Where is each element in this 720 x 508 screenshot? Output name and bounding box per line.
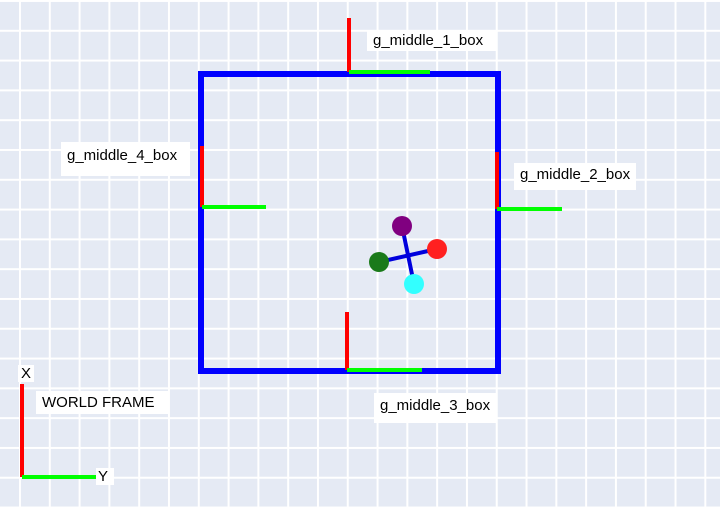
frame-label-g-middle-4: g_middle_4_box [61,142,191,176]
frame-label-g-middle-3: g_middle_3_box [374,393,497,423]
marker-green-sphere [369,252,389,272]
frame-g-middle-3-axes [345,312,422,372]
marker-cyan-sphere [404,274,424,294]
scene-canvas [20,18,562,479]
frame-label-g-middle-1: g_middle_1_box [367,31,498,51]
world-y-axis-label: Y [96,468,115,485]
marker-red-sphere [427,239,447,259]
viewport-3d[interactable]: g_middle_1_box g_middle_2_box g_middle_3… [0,0,720,508]
world-x-axis-label: X [18,365,35,382]
box-outline [198,71,501,374]
frame-label-g-middle-2: g_middle_2_box [514,163,637,190]
marker-purple-sphere [392,216,412,236]
frame-g-middle-4-axes [200,146,266,209]
center-marker[interactable] [369,216,447,294]
world-frame-label: WORLD FRAME [36,391,168,414]
